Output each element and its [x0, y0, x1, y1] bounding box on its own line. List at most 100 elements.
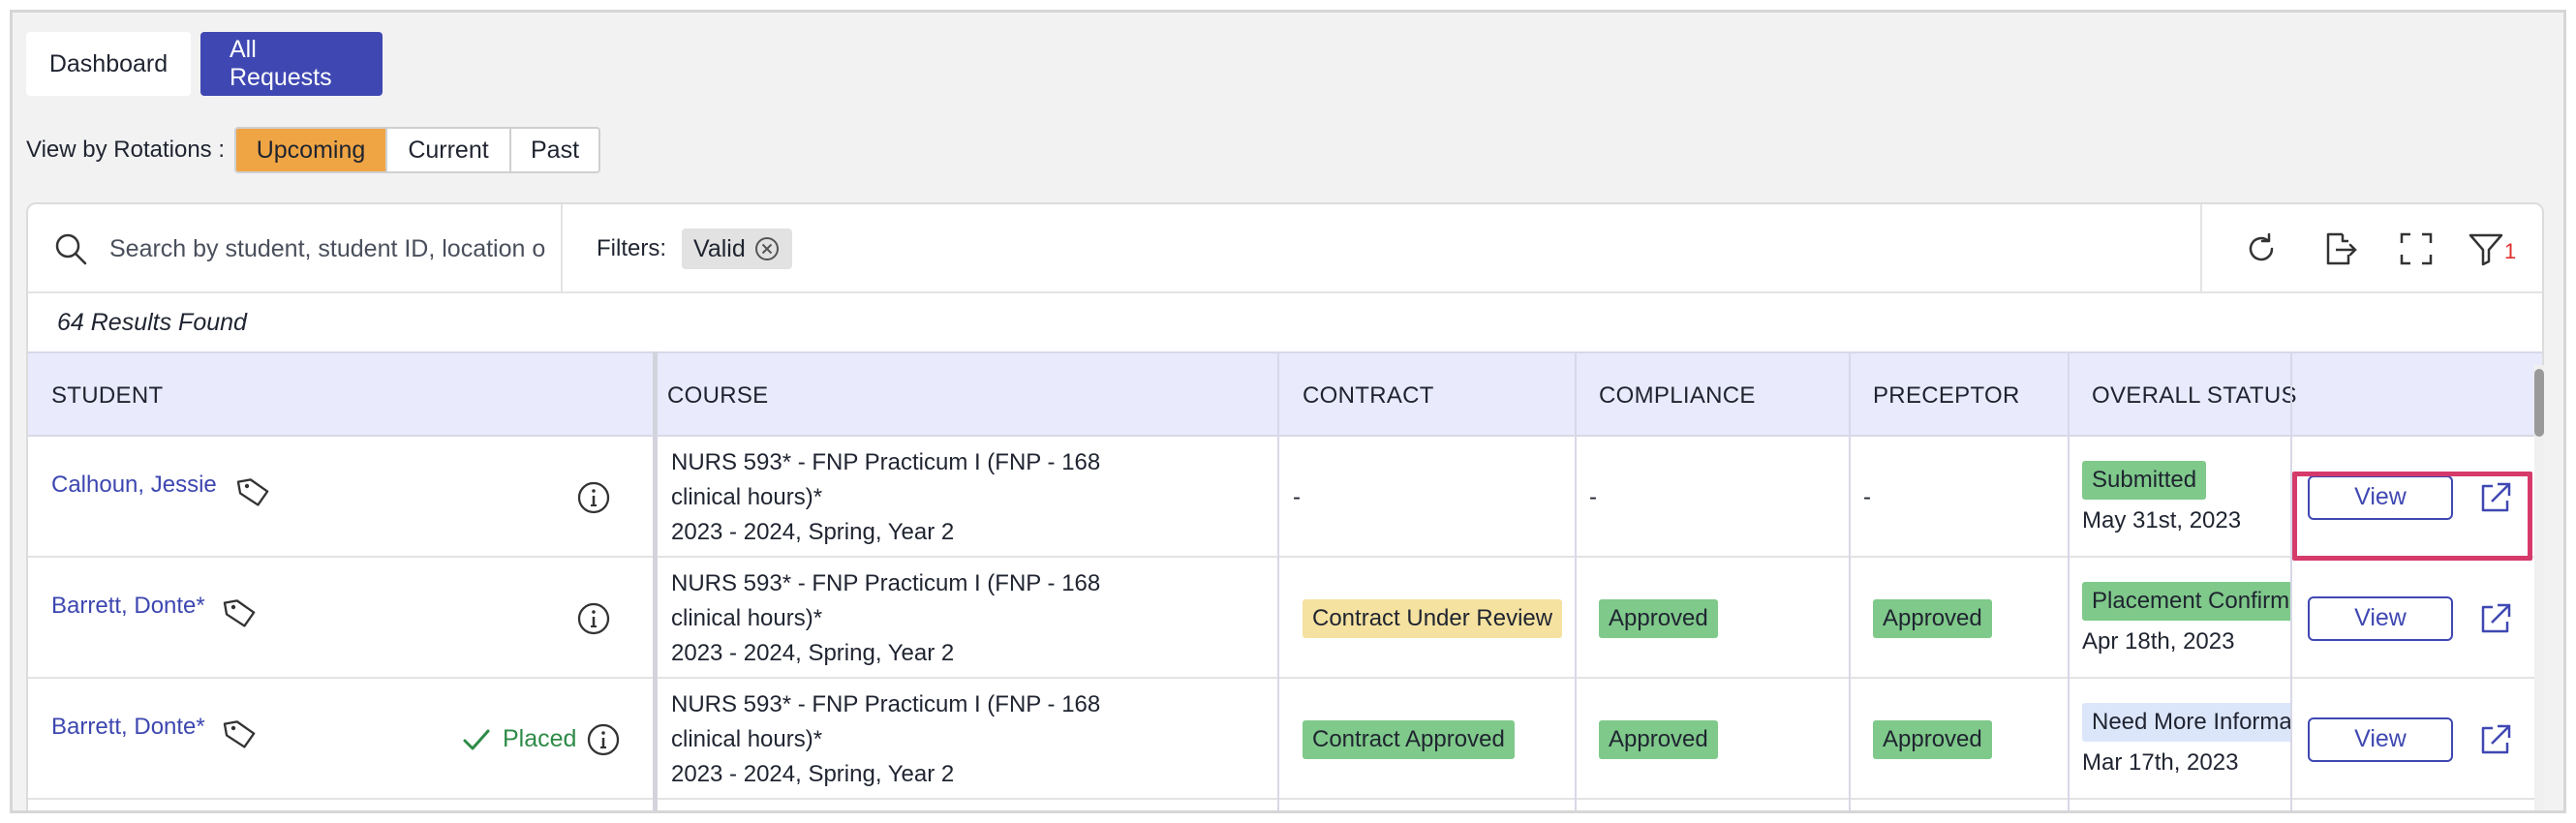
- column-header-course[interactable]: COURSE: [667, 353, 768, 439]
- remove-filter-icon[interactable]: [753, 235, 781, 262]
- compliance-badge: Approved: [1599, 598, 1718, 638]
- status-date: Apr 18th, 2023: [2082, 627, 2235, 655]
- student-name-link[interactable]: Barrett, Donte*: [51, 714, 205, 741]
- top-tabs: Dashboard All Requests: [26, 32, 383, 96]
- course-hours: clinical hours)*: [671, 725, 823, 752]
- tab-dashboard[interactable]: Dashboard: [26, 32, 191, 96]
- app-frame: Dashboard All Requests View by Rotations…: [10, 10, 2566, 813]
- filter-chip-label: Valid: [693, 234, 746, 262]
- rotations-segmented-control: Upcoming Current Past: [234, 127, 600, 173]
- column-divider: [1849, 351, 1851, 810]
- course-term: 2023 - 2024, Spring, Year 2: [671, 760, 955, 787]
- column-header-compliance[interactable]: COMPLIANCE: [1599, 353, 1756, 439]
- table-toolbar: Filters: Valid 1: [28, 204, 2542, 293]
- filter-chip-valid: Valid: [682, 229, 792, 269]
- rotations-filter: View by Rotations : Upcoming Current Pas…: [26, 127, 600, 173]
- status-date: May 31st, 2023: [2082, 506, 2242, 533]
- compliance-cell: -: [1589, 437, 1597, 558]
- preceptor-badge: Approved: [1873, 598, 1992, 638]
- compliance-cell: Approved: [1599, 558, 1718, 679]
- overall-status-cell: Need More Information Mar 17th, 2023: [2082, 679, 2290, 800]
- search-input[interactable]: [109, 234, 545, 263]
- active-filters: Filters: Valid: [597, 204, 792, 293]
- open-external-icon[interactable]: [2478, 480, 2513, 515]
- view-button[interactable]: View: [2308, 474, 2453, 520]
- student-cell: Calhoun, Jessie: [51, 437, 271, 533]
- info-icon[interactable]: [576, 601, 611, 636]
- column-divider: [1277, 351, 1279, 810]
- info-icon[interactable]: [576, 480, 611, 515]
- results-count: 64 Results Found: [57, 309, 247, 336]
- status-date: Mar 17th, 2023: [2082, 748, 2239, 776]
- course-cell: NURS 593* - FNP Practicum I (FNP - 168 c…: [671, 679, 1100, 800]
- fullscreen-icon[interactable]: [2397, 229, 2436, 268]
- course-hours: clinical hours)*: [671, 483, 823, 510]
- course-term: 2023 - 2024, Spring, Year 2: [671, 639, 955, 666]
- filters-label: Filters:: [597, 235, 666, 261]
- compliance-cell: Approved: [1599, 679, 1718, 800]
- rotation-past-button[interactable]: Past: [511, 129, 598, 171]
- column-header-overall-status[interactable]: OVERALL STATUS: [2092, 353, 2297, 439]
- tab-all-requests[interactable]: All Requests: [200, 32, 383, 96]
- tag-icon[interactable]: [236, 474, 271, 509]
- actions-cell: View: [2308, 558, 2513, 679]
- student-name-link[interactable]: Calhoun, Jessie: [51, 472, 217, 499]
- preceptor-value: -: [1863, 483, 1871, 510]
- open-external-icon[interactable]: [2478, 722, 2513, 757]
- tag-icon[interactable]: [223, 595, 258, 630]
- actions-cell: View: [2308, 679, 2513, 800]
- contract-cell: Contract Approved: [1303, 679, 1515, 800]
- student-cell: Barrett, Donte*: [51, 679, 258, 776]
- placed-status: Placed: [460, 723, 576, 756]
- course-cell: NURS 593* - FNP Practicum I (FNP - 168 c…: [671, 558, 1100, 679]
- search-box: [28, 204, 563, 293]
- student-info-cell: [576, 437, 611, 558]
- column-header-student[interactable]: STUDENT: [51, 353, 163, 439]
- view-button[interactable]: View: [2308, 595, 2453, 641]
- preceptor-badge: Approved: [1873, 719, 1992, 759]
- contract-cell: -: [1293, 437, 1301, 558]
- contract-badge: Contract Approved: [1303, 719, 1515, 759]
- course-name: NURS 593* - FNP Practicum I (FNP - 168: [671, 690, 1101, 717]
- preceptor-cell: Approved: [1873, 679, 1992, 800]
- course-name: NURS 593* - FNP Practicum I (FNP - 168: [671, 569, 1101, 596]
- course-cell: NURS 593* - FNP Practicum I (FNP - 168 c…: [671, 437, 1100, 558]
- info-icon[interactable]: [586, 722, 621, 757]
- placed-label: Placed: [503, 725, 577, 752]
- course-name: NURS 593* - FNP Practicum I (FNP - 168: [671, 448, 1101, 475]
- student-info-cell: [576, 558, 611, 679]
- actions-cell: View: [2308, 437, 2513, 558]
- column-header-preceptor[interactable]: PRECEPTOR: [1873, 353, 2020, 439]
- compliance-badge: Approved: [1599, 719, 1718, 759]
- rotations-label: View by Rotations :: [26, 137, 225, 163]
- student-name-link[interactable]: Barrett, Donte*: [51, 593, 205, 620]
- refresh-icon[interactable]: [2242, 229, 2281, 268]
- rotation-upcoming-button[interactable]: Upcoming: [236, 129, 387, 171]
- check-icon: [463, 729, 490, 749]
- table-row: Calhoun, Jessie NURS 593* - FNP Practicu…: [28, 437, 2542, 558]
- column-divider: [2068, 351, 2070, 810]
- filter-icon[interactable]: [2467, 229, 2505, 268]
- course-term: 2023 - 2024, Spring, Year 2: [671, 518, 955, 545]
- placement-cell: Placed: [460, 679, 621, 800]
- overall-status-cell: Placement Confirmed Apr 18th, 2023: [2082, 558, 2290, 679]
- status-badge: Placement Confirmed: [2082, 581, 2290, 621]
- column-header-contract[interactable]: CONTRACT: [1303, 353, 1434, 439]
- open-external-icon[interactable]: [2478, 601, 2513, 636]
- compliance-value: -: [1589, 483, 1597, 510]
- export-icon[interactable]: [2319, 229, 2358, 268]
- view-button[interactable]: View: [2308, 716, 2453, 762]
- status-badge: Submitted: [2082, 460, 2207, 500]
- vertical-scrollbar-thumb[interactable]: [2534, 369, 2544, 437]
- course-hours: clinical hours)*: [671, 604, 823, 631]
- preceptor-cell: -: [1863, 437, 1871, 558]
- column-divider[interactable]: [653, 351, 658, 810]
- student-cell: Barrett, Donte*: [51, 558, 258, 655]
- status-badge: Need More Information: [2082, 702, 2290, 742]
- contract-badge: Contract Under Review: [1303, 598, 1563, 638]
- table-row: Barrett, Donte* Placed NURS 593* - FNP P…: [28, 679, 2542, 800]
- column-divider: [1575, 351, 1577, 810]
- rotation-current-button[interactable]: Current: [387, 129, 511, 171]
- preceptor-cell: Approved: [1873, 558, 1992, 679]
- tag-icon[interactable]: [223, 716, 258, 751]
